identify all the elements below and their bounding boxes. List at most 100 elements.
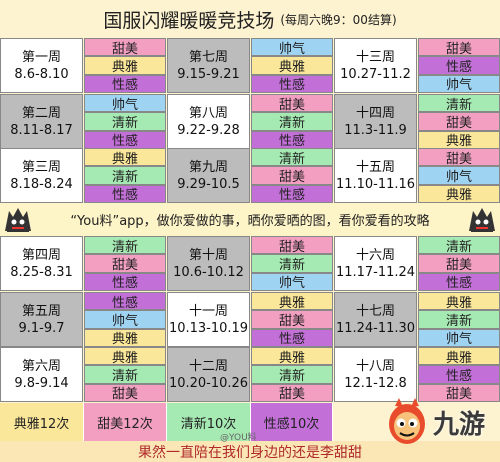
style-slot-handsome: 帅气 [418, 74, 500, 93]
style-slot-sexy: 性感 [84, 292, 166, 311]
week-dates: 9.15-9.21 [177, 66, 240, 82]
mascot-icon [389, 398, 425, 444]
style-slot-sexy: 性感 [251, 74, 333, 93]
style-slot-fresh: 清新 [84, 365, 166, 384]
style-slot-sexy: 性感 [418, 365, 500, 384]
style-slot-sexy: 性感 [418, 272, 500, 291]
style-slot-fresh: 清新 [251, 112, 333, 131]
week-dates: 9.8-9.14 [14, 375, 69, 391]
style-slot-elegant: 典雅 [84, 328, 166, 347]
week-label: 十二周 [188, 358, 228, 374]
style-slot-handsome: 帅气 [251, 38, 333, 57]
style-slot-sexy: 性感 [251, 184, 333, 203]
week-block: 第八周 9.22-9.28 [167, 94, 250, 149]
week-block: 第一周 8.6-8.10 [0, 38, 83, 93]
title-main: 国服闪耀暖暖竞技场 [103, 9, 275, 32]
style-slot-elegant: 典雅 [251, 56, 333, 75]
style-slot-fresh: 清新 [418, 310, 500, 329]
style-slot-fresh: 清新 [84, 112, 166, 131]
week-label: 第八周 [188, 105, 228, 121]
style-slot-handsome: 帅气 [418, 166, 500, 185]
style-slot-fresh: 清新 [84, 236, 166, 255]
week-label: 第十周 [188, 247, 228, 263]
brand-name: 九游 [433, 409, 486, 440]
style-slot-handsome: 帅气 [251, 272, 333, 291]
week-block: 第九周 9.29-10.5 [167, 148, 250, 203]
style-slot-elegant: 典雅 [418, 184, 500, 203]
style-slot-handsome: 帅气 [84, 310, 166, 329]
week-block: 十五周 11.10-11.16 [334, 148, 417, 203]
week-dates: 10.13-10.19 [168, 320, 249, 336]
week-dates: 8.6-8.10 [14, 66, 69, 82]
bottom-note-text: 果然一直陪在我们身边的还是李甜甜 [138, 444, 362, 461]
week-label: 第七周 [188, 49, 228, 65]
style-slot-sweet: 甜美 [418, 38, 500, 57]
monster-icon-left [5, 208, 31, 232]
week-block: 十三周 10.27-11.2 [334, 38, 417, 93]
style-slot-fresh: 清新 [251, 365, 333, 384]
week-label: 十八周 [355, 358, 395, 374]
page-title: 国服闪耀暖暖竞技场 (每周六晚9：00结算) [0, 0, 500, 38]
style-slot-sweet: 甜美 [84, 383, 166, 402]
week-label: 第二周 [21, 105, 61, 121]
style-slot-fresh: 清新 [251, 148, 333, 167]
count-sweet: 甜美12次 [84, 403, 167, 441]
style-slot-sexy: 性感 [84, 272, 166, 291]
promo-banner-text: “You料”app，做你爱做的事，晒你爱晒的图，看你爱看的攻略 [70, 214, 430, 229]
week-block: 十一周 10.13-10.19 [167, 292, 250, 347]
week-block: 第四周 8.25-8.31 [0, 236, 83, 291]
week-dates: 9.1-9.7 [18, 320, 65, 336]
week-dates: 8.18-8.24 [10, 176, 73, 192]
style-slot-handsome: 帅气 [84, 94, 166, 113]
week-label: 十五周 [355, 159, 395, 175]
style-slot-fresh: 清新 [251, 254, 333, 273]
style-slot-handsome: 帅气 [418, 328, 500, 347]
promo-banner: “You料”app，做你爱做的事，晒你爱晒的图，看你爱看的攻略 [0, 203, 500, 236]
week-block: 第五周 9.1-9.7 [0, 292, 83, 347]
style-slot-sexy: 性感 [418, 56, 500, 75]
week-label: 十七周 [355, 303, 395, 319]
week-block: 第二周 8.11-8.17 [0, 94, 83, 149]
title-subtitle: (每周六晚9：00结算) [280, 12, 397, 27]
style-slot-elegant: 典雅 [251, 347, 333, 366]
style-slot-sweet: 甜美 [84, 254, 166, 273]
style-slot-elegant: 典雅 [418, 130, 500, 149]
style-slot-elegant: 典雅 [84, 148, 166, 167]
week-label: 第五周 [21, 303, 61, 319]
style-slot-sweet: 甜美 [418, 148, 500, 167]
monster-icon-right [469, 208, 495, 232]
style-slot-fresh: 清新 [418, 94, 500, 113]
style-slot-sexy: 性感 [84, 184, 166, 203]
week-label: 第六周 [21, 358, 61, 374]
week-block: 十二周 10.20-10.26 [167, 347, 250, 402]
week-label: 十一周 [188, 303, 228, 319]
week-dates: 10.27-11.2 [340, 66, 411, 82]
week-dates: 11.10-11.16 [335, 176, 416, 192]
week-dates: 10.6-10.12 [173, 264, 244, 280]
style-slot-sexy: 性感 [251, 130, 333, 149]
style-slot-fresh: 清新 [418, 236, 500, 255]
style-slot-sweet: 甜美 [251, 166, 333, 185]
week-label: 第四周 [21, 247, 61, 263]
style-slot-elegant: 典雅 [84, 347, 166, 366]
week-label: 十四周 [355, 105, 395, 121]
style-slot-elegant: 典雅 [418, 347, 500, 366]
style-slot-sweet: 甜美 [418, 112, 500, 131]
week-block: 第十周 10.6-10.12 [167, 236, 250, 291]
count-sexy: 性感10次 [251, 403, 333, 441]
week-dates: 9.22-9.28 [177, 122, 240, 138]
style-slot-sweet: 甜美 [251, 310, 333, 329]
week-dates: 11.17-11.24 [335, 264, 416, 280]
week-block: 第七周 9.15-9.21 [167, 38, 250, 93]
week-block: 十七周 11.24-11.30 [334, 292, 417, 347]
style-slot-sweet: 甜美 [251, 236, 333, 255]
nine-game-logo: 九游 [385, 385, 497, 459]
style-slot-elegant: 典雅 [418, 292, 500, 311]
watermark: @YOU料 [220, 433, 257, 443]
style-slot-sweet: 甜美 [251, 94, 333, 113]
week-dates: 11.24-11.30 [335, 320, 416, 336]
week-block: 十六周 11.17-11.24 [334, 236, 417, 291]
week-dates: 10.20-10.26 [168, 375, 249, 391]
style-slot-elegant: 典雅 [251, 292, 333, 311]
style-slot-sexy: 性感 [84, 74, 166, 93]
